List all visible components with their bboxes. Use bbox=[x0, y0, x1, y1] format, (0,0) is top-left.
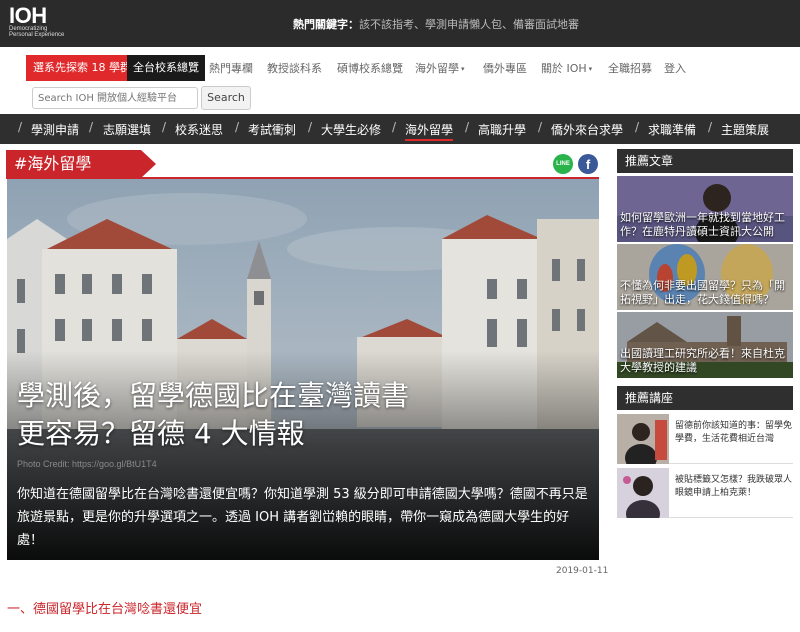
category-separator: / bbox=[708, 120, 713, 134]
category-separator: / bbox=[18, 120, 23, 134]
nav-item-about[interactable]: 關於 IOH ▾ bbox=[541, 60, 592, 76]
category-study-abroad[interactable]: 海外留學 bbox=[405, 121, 454, 141]
recommended-talk-item[interactable]: 留德前你該知道的事：留學免學費，生活花費相近台灣 bbox=[617, 414, 793, 464]
recommended-articles-heading: 推薦文章 bbox=[617, 149, 793, 173]
nav-item-label: 熱門專欄 bbox=[209, 62, 253, 75]
search-button[interactable]: Search bbox=[201, 86, 251, 110]
line-share-icon[interactable]: LINE bbox=[553, 154, 573, 174]
recommended-article-title: 出國讀理工研究所必看！來自杜克大學教授的建議 bbox=[620, 347, 785, 374]
category-bar: / 學測申請 / 志願選填 / 校系迷思 / 考試衝刺 / 大學生必修 / 海外… bbox=[0, 114, 800, 144]
recommended-article-card[interactable]: 出國讀理工研究所必看！來自杜克大學教授的建議 bbox=[617, 312, 793, 378]
nav-item-study-abroad[interactable]: 海外留學 ▾ bbox=[415, 60, 465, 76]
article-title: 學測後，留學德國比在臺灣讀書 更容易？留德 4 大情報 bbox=[17, 377, 577, 453]
hero-image[interactable]: 學測後，留學德國比在臺灣讀書 更容易？留德 4 大情報 Photo Credit… bbox=[7, 179, 599, 560]
nav-item-login[interactable]: 登入 bbox=[664, 60, 686, 76]
facebook-share-icon[interactable]: f bbox=[578, 154, 598, 174]
logo-tagline-2: Personal Experience bbox=[9, 32, 65, 38]
category-separator: / bbox=[89, 120, 94, 134]
category-separator: / bbox=[538, 120, 543, 134]
chevron-down-icon: ▾ bbox=[461, 65, 465, 73]
explore-18-groups-button[interactable]: 選系先探索 18 學群 bbox=[26, 55, 138, 81]
article-section-heading: 一、德國留學比在台灣唸書還便宜 bbox=[7, 602, 203, 617]
category-job-prep[interactable]: 求職準備 bbox=[648, 121, 696, 138]
nav-item-label: 關於 IOH bbox=[541, 62, 587, 75]
hot-keywords-label: 熱門關鍵字： bbox=[293, 18, 359, 31]
top-bar: IOH Democratizing Personal Experience 熱門… bbox=[0, 0, 800, 47]
category-separator: / bbox=[162, 120, 167, 134]
speaker-photo bbox=[617, 468, 669, 518]
recommended-article-title: 不懂為何非要出國留學？只為「開拓視野」出走，花大錢值得嗎？ bbox=[620, 279, 785, 306]
school-overview-button[interactable]: 全台校系總覽 bbox=[127, 55, 205, 81]
logo-text: IOH bbox=[9, 3, 47, 28]
nav-item-overseas-students[interactable]: 僑外專區 bbox=[483, 60, 527, 76]
photo-credit: Photo Credit: https://goo.gl/BtU1T4 bbox=[17, 459, 157, 469]
article-title-line-2: 更容易？留德 4 大情報 bbox=[17, 417, 305, 450]
article-title-line-1: 學測後，留學德國比在臺灣讀書 bbox=[17, 379, 410, 412]
category-separator: / bbox=[392, 120, 397, 134]
category-separator: / bbox=[465, 120, 470, 134]
talk-title: 留德前你該知道的事：留學免學費，生活花費相近台灣 bbox=[675, 421, 793, 444]
chevron-down-icon: ▾ bbox=[588, 65, 593, 73]
category-gsat-application[interactable]: 學測申請 bbox=[31, 121, 79, 138]
recommended-article-card[interactable]: 如何留學歐洲一年就找到當地好工作？在鹿特丹讀碩士資訊大公開 bbox=[617, 176, 793, 242]
nav-item-label: 碩博校系總覽 bbox=[337, 62, 403, 75]
section-tag[interactable]: #海外留學 bbox=[6, 150, 156, 178]
nav-item-label: 僑外專區 bbox=[483, 62, 527, 75]
article-date: 2019-01-11 bbox=[556, 566, 609, 576]
category-vocational[interactable]: 高職升學 bbox=[478, 121, 526, 138]
category-exam-sprint[interactable]: 考試衝刺 bbox=[248, 121, 296, 138]
article-description: 你知道在德國留學比在台灣唸書還便宜嗎？你知道學測 53 級分即可申請德國大學嗎？… bbox=[17, 487, 588, 548]
main-nav: 選系先探索 18 學群 全台校系總覽 熱門專欄 教授談科系 碩博校系總覽 海外留… bbox=[0, 47, 800, 113]
nav-item-label: 全職招募 bbox=[608, 62, 652, 75]
talk-title: 被貼標籤又怎樣？我跌破眾人眼鏡申請上柏克萊！ bbox=[675, 475, 793, 498]
nav-item-graduate-overview[interactable]: 碩博校系總覽 bbox=[337, 60, 403, 76]
talk-thumbnail bbox=[617, 414, 669, 464]
recommended-talks-heading: 推薦講座 bbox=[617, 386, 793, 410]
category-separator: / bbox=[635, 120, 640, 134]
category-separator: / bbox=[308, 120, 313, 134]
nav-item-jobs[interactable]: 全職招募 bbox=[608, 60, 652, 76]
nav-item-professors[interactable]: 教授談科系 bbox=[267, 60, 322, 76]
talk-thumbnail bbox=[617, 468, 669, 518]
category-separator: / bbox=[235, 120, 240, 134]
nav-item-hot-columns[interactable]: 熱門專欄 bbox=[209, 60, 253, 76]
speaker-photo bbox=[617, 414, 669, 464]
hot-keywords: 熱門關鍵字：該不該指考、學測申請懶人包、備審面試地審 bbox=[293, 16, 579, 32]
ioh-logo[interactable]: IOH Democratizing Personal Experience bbox=[9, 3, 65, 39]
recommended-article-title: 如何留學歐洲一年就找到當地好工作？在鹿特丹讀碩士資訊大公開 bbox=[620, 211, 785, 238]
recommended-talk-item[interactable]: 被貼標籤又怎樣？我跌破眾人眼鏡申請上柏克萊！ bbox=[617, 468, 793, 518]
category-overseas-to-taiwan[interactable]: 僑外來台求學 bbox=[551, 121, 623, 138]
category-school-myths[interactable]: 校系迷思 bbox=[175, 121, 223, 138]
category-college-must[interactable]: 大學生必修 bbox=[321, 121, 381, 138]
hot-keywords-links[interactable]: 該不該指考、學測申請懶人包、備審面試地審 bbox=[359, 18, 579, 31]
category-curation[interactable]: 主題策展 bbox=[721, 121, 769, 138]
search-input[interactable] bbox=[32, 87, 198, 109]
nav-item-label: 登入 bbox=[664, 62, 686, 75]
nav-item-label: 海外留學 bbox=[415, 62, 459, 75]
recommended-article-card[interactable]: 不懂為何非要出國留學？只為「開拓視野」出走，花大錢值得嗎？ bbox=[617, 244, 793, 310]
category-choose-majors[interactable]: 志願選填 bbox=[103, 121, 151, 138]
nav-item-label: 教授談科系 bbox=[267, 62, 322, 75]
